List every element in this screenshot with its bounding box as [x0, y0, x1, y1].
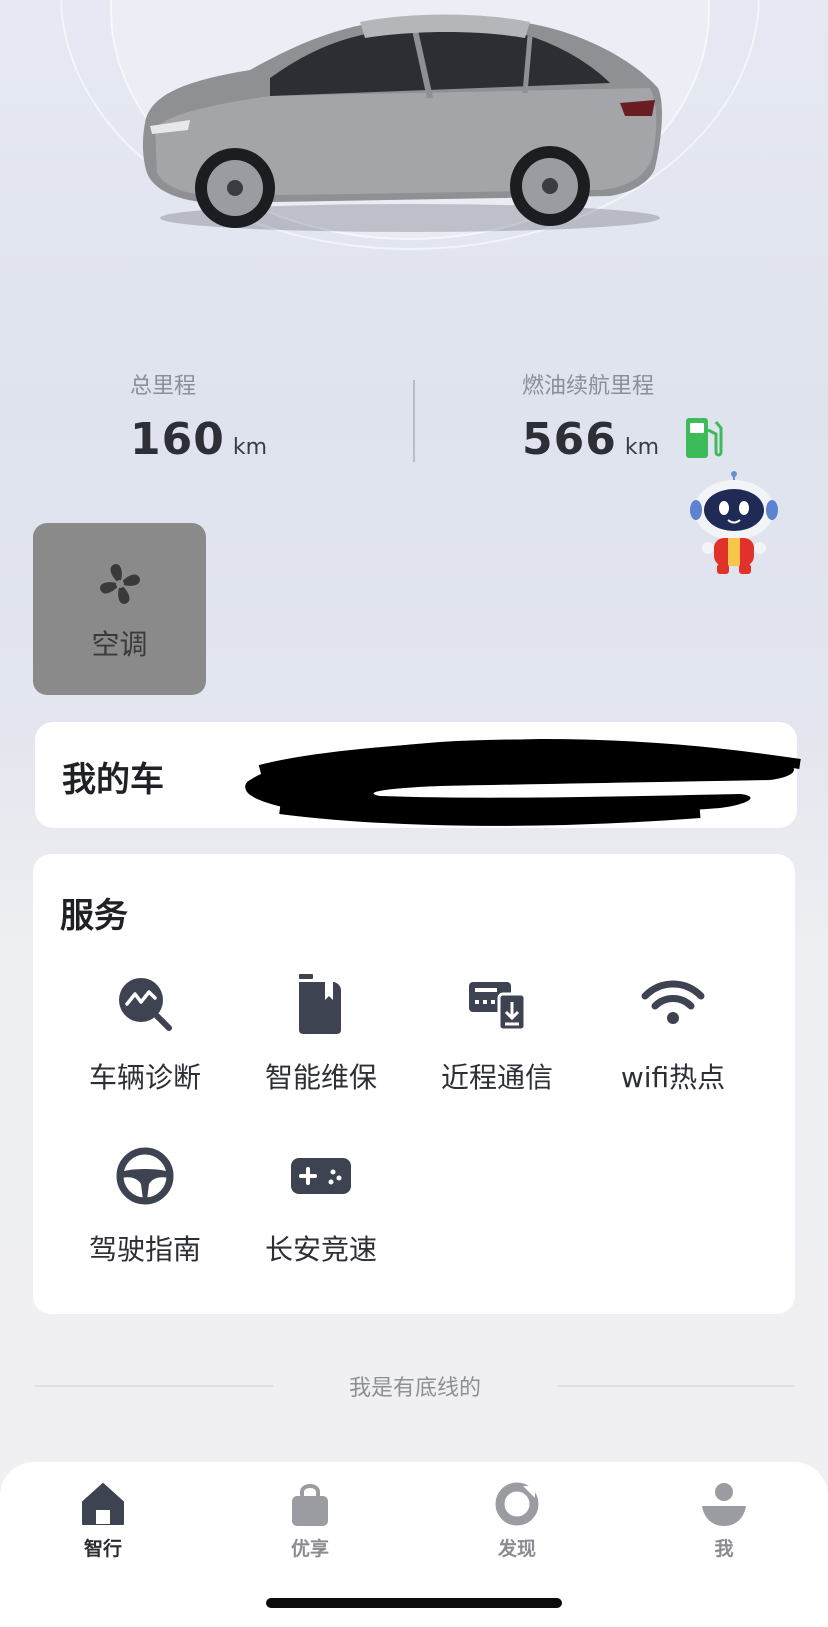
bag-icon [292, 1484, 328, 1526]
stats-divider [413, 380, 415, 462]
tab-zhixing[interactable]: 智行 [43, 1480, 163, 1561]
tab-me[interactable]: 我 [664, 1480, 784, 1561]
home-icon [82, 1483, 124, 1525]
hero-section [0, 0, 828, 340]
fuel-pump-icon [686, 418, 723, 458]
tab-label: 优享 [290, 1538, 329, 1560]
services-card: 服务 车辆诊断 智能维保 近程通信 wifi热点 驾驶指南 长安竞速 [33, 854, 795, 1314]
service-wifi-hotspot[interactable]: wifi热点 [588, 972, 758, 1096]
fuel-range: 燃油续航里程 566 km [522, 368, 723, 465]
user-icon [702, 1483, 746, 1526]
tab-label: 我 [714, 1538, 734, 1560]
gamepad-icon [291, 1158, 351, 1194]
total-mileage: 总里程 160 km [130, 368, 267, 465]
tab-faxian[interactable]: 发现 [457, 1480, 577, 1561]
wifi-icon [641, 980, 705, 1024]
ac-label: 空调 [91, 628, 148, 661]
tab-youxiang[interactable]: 优享 [250, 1480, 370, 1561]
steering-wheel-icon [116, 1147, 174, 1205]
service-label: wifi热点 [620, 1061, 726, 1094]
my-car-title: 我的车 [62, 760, 164, 800]
discover-icon [495, 1482, 539, 1526]
fuel-range-unit: km [624, 435, 660, 460]
tab-label: 智行 [83, 1538, 122, 1560]
service-smart-maintenance[interactable]: 智能维保 [236, 972, 406, 1096]
redaction-scribble [245, 738, 801, 826]
service-near-communication[interactable]: 近程通信 [412, 972, 582, 1096]
service-driving-guide[interactable]: 驾驶指南 [60, 1144, 230, 1268]
fan-icon [99, 563, 141, 605]
near-communication-icon [469, 982, 527, 1032]
fuel-range-value: 566 [522, 414, 617, 465]
ac-control-tile[interactable]: 空调 [33, 523, 206, 695]
services-title: 服务 [60, 896, 128, 936]
service-label: 智能维保 [264, 1061, 377, 1094]
service-label: 驾驶指南 [88, 1233, 201, 1266]
service-label: 长安竞速 [264, 1233, 377, 1266]
total-mileage-label: 总里程 [130, 374, 197, 399]
end-of-list-text: 我是有底线的 [348, 1376, 481, 1401]
assistant-robot-icon[interactable] [684, 470, 784, 580]
fuel-range-label: 燃油续航里程 [522, 374, 655, 399]
total-mileage-unit: km [232, 435, 268, 460]
diagnosis-icon [119, 978, 172, 1031]
service-label: 车辆诊断 [88, 1061, 201, 1094]
service-changan-racing[interactable]: 长安竞速 [236, 1144, 406, 1268]
home-indicator[interactable] [266, 1598, 562, 1608]
service-label: 近程通信 [440, 1061, 553, 1094]
total-mileage-value: 160 [130, 414, 225, 465]
end-of-list-indicator: 我是有底线的 [35, 1366, 795, 1406]
tab-label: 发现 [497, 1538, 536, 1560]
car-image [142, 14, 662, 232]
maintenance-icon [299, 974, 341, 1034]
service-vehicle-diagnosis[interactable]: 车辆诊断 [60, 972, 230, 1096]
